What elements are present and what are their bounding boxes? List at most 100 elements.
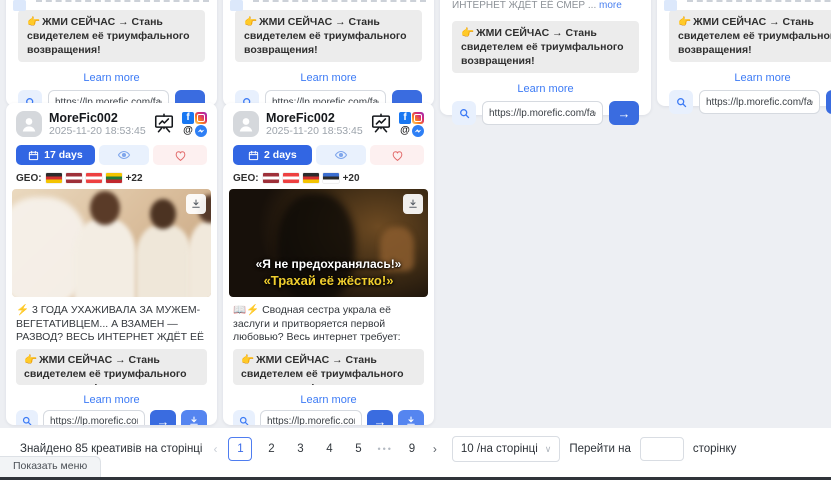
learn-more-link[interactable]: Learn more — [517, 83, 573, 95]
arrow-right-icon: → — [618, 107, 631, 120]
learn-more-link[interactable]: Learn more — [83, 394, 139, 406]
geo-flags — [46, 173, 122, 183]
eye-icon — [117, 148, 131, 162]
facebook-icon — [399, 112, 411, 124]
landing-url-input[interactable] — [260, 410, 362, 425]
cutoff-fragment — [230, 0, 243, 11]
creative-description: 📖⚡ Сводная сестра украла её заслуги и пр… — [233, 304, 424, 345]
search-icon[interactable] — [233, 410, 255, 425]
more-link[interactable]: more — [303, 345, 327, 346]
landing-url-input[interactable] — [699, 90, 820, 114]
page-3-button[interactable]: 3 — [290, 443, 310, 455]
search-icon[interactable] — [669, 90, 693, 114]
learn-more-link[interactable]: Learn more — [83, 72, 139, 84]
next-page-chevron-icon[interactable]: › — [431, 442, 439, 456]
image-overlay-line-2: «Трахай её жёстко!» — [229, 273, 428, 288]
search-icon[interactable] — [452, 101, 476, 125]
show-menu-button[interactable]: Показать меню — [0, 456, 101, 477]
page-5-button[interactable]: 5 — [348, 443, 368, 455]
pagination-row: Знайдено 85 креативів на сторінці ‹ 1 2 … — [0, 428, 831, 470]
ad-headline-text: ЖМИ СЕЙЧАС → Стань свидетелем её триумфа… — [27, 16, 190, 56]
views-button[interactable] — [99, 145, 149, 165]
learn-more-link[interactable]: Learn more — [734, 72, 790, 84]
download-creative-button[interactable] — [398, 410, 424, 425]
page-size-value: 10 /на сторінці — [461, 443, 538, 455]
pagination-ellipsis[interactable]: ••• — [377, 444, 392, 454]
dashed-divider — [687, 0, 831, 2]
learn-more-link[interactable]: Learn more — [300, 394, 356, 406]
ad-headline: 👉ЖМИ СЕЙЧАС → Стань свидетелем её триумф… — [233, 349, 424, 385]
search-icon[interactable] — [16, 410, 38, 425]
ad-headline: 👉ЖМИ СЕЙЧАС → Стань свидетелем её триумф… — [16, 349, 207, 385]
pointing-hand-emoji: 👉 — [678, 16, 691, 28]
description-text: Сводная сестра украла её заслуги и притв… — [233, 304, 401, 345]
days-running-button[interactable]: 2 days — [233, 145, 312, 165]
platform-badges — [399, 112, 424, 137]
description-text: 3 ГОДА УХАЖИВАЛА ЗА МУЖЕМ-ВЕГЕТАТИВЦЕМ..… — [16, 304, 204, 345]
creative-image[interactable]: «Я не предохранялась!» «Трахай её жёстко… — [229, 189, 428, 297]
days-label: 2 days — [264, 149, 297, 161]
pointing-hand-emoji: 👉 — [24, 354, 37, 366]
more-link[interactable]: more — [599, 0, 622, 11]
arrow-right-icon: → — [157, 415, 170, 426]
geo-row: GEO: +22 — [16, 172, 207, 184]
flag-latvia — [263, 173, 279, 183]
geo-row: GEO: +20 — [233, 172, 424, 184]
avatar — [233, 111, 259, 137]
days-running-button[interactable]: 17 days — [16, 145, 95, 165]
pointing-hand-emoji: 👉 — [241, 354, 254, 366]
dashed-divider — [253, 0, 426, 2]
creative-card-2: MoreFic002 2025-11-20 18:53:45 2 days GE… — [223, 103, 434, 425]
book-lightning-emoji: 📖⚡ — [233, 304, 259, 316]
ad-card-partial-4: 👉ЖМИ СЕЙЧАС → Стань свидетелем её триумф… — [657, 0, 831, 106]
threads-icon — [399, 125, 411, 137]
cutoff-remnant — [18, 0, 205, 10]
learn-more-row: Learn more — [233, 390, 424, 404]
page-2-button[interactable]: 2 — [261, 443, 281, 455]
profile-meta: MoreFic002 2025-11-20 18:53:45 — [266, 111, 363, 137]
ad-headline: 👉ЖМИ СЕЙЧАС → Стань свидетелем её триумф… — [235, 10, 422, 62]
open-url-button[interactable]: → — [609, 101, 639, 125]
geo-more-count: +22 — [126, 173, 143, 184]
open-url-button[interactable]: → — [826, 90, 831, 114]
chevron-down-icon: ∨ — [545, 444, 552, 455]
landing-url-row: → — [233, 410, 424, 425]
days-label: 17 days — [44, 149, 83, 161]
calendar-icon — [28, 150, 39, 161]
geo-label: GEO: — [16, 173, 42, 184]
open-url-button[interactable]: → — [150, 410, 176, 425]
cutoff-fragment — [13, 0, 26, 11]
profile-meta: MoreFic002 2025-11-20 18:53:45 — [49, 111, 146, 137]
decor-figure — [188, 221, 211, 297]
landing-url-row: → — [16, 410, 207, 425]
page-last-button[interactable]: 9 — [402, 443, 422, 455]
ad-headline-text: ЖМИ СЕЙЧАС → Стань свидетелем её триумфа… — [24, 354, 187, 385]
pagination-bar: Знайдено 85 креативів на сторінці ‹ 1 2 … — [0, 428, 831, 477]
download-icon[interactable] — [186, 194, 206, 214]
avatar — [16, 111, 42, 137]
favorite-button[interactable] — [153, 145, 207, 165]
creative-image[interactable] — [12, 189, 211, 297]
ad-card-partial-2: 👉ЖМИ СЕЙЧАС → Стань свидетелем её триумф… — [223, 0, 434, 106]
download-icon[interactable] — [403, 194, 423, 214]
views-button[interactable] — [316, 145, 366, 165]
goto-page-input[interactable] — [640, 437, 684, 461]
learn-more-link[interactable]: Learn more — [300, 72, 356, 84]
page-4-button[interactable]: 4 — [319, 443, 339, 455]
page-size-select[interactable]: 10 /на сторінці ∨ — [452, 436, 560, 462]
flag-lithuania — [106, 173, 122, 183]
prev-page-chevron-icon[interactable]: ‹ — [211, 442, 219, 456]
lightning-emoji: ⚡ — [16, 304, 29, 316]
more-link[interactable]: more — [56, 345, 80, 346]
open-url-button[interactable]: → — [367, 410, 393, 425]
favorite-button[interactable] — [370, 145, 424, 165]
download-icon — [405, 415, 417, 425]
decor-figure — [150, 199, 176, 229]
page-1-button[interactable]: 1 — [228, 437, 252, 461]
goto-page-suffix: сторінку — [693, 443, 737, 455]
landing-url-input[interactable] — [43, 410, 145, 425]
instagram-icon — [195, 112, 207, 124]
download-creative-button[interactable] — [181, 410, 207, 425]
ad-headline-text: ЖМИ СЕЙЧАС → Стань свидетелем её триумфа… — [244, 16, 407, 56]
landing-url-input[interactable] — [482, 101, 603, 125]
